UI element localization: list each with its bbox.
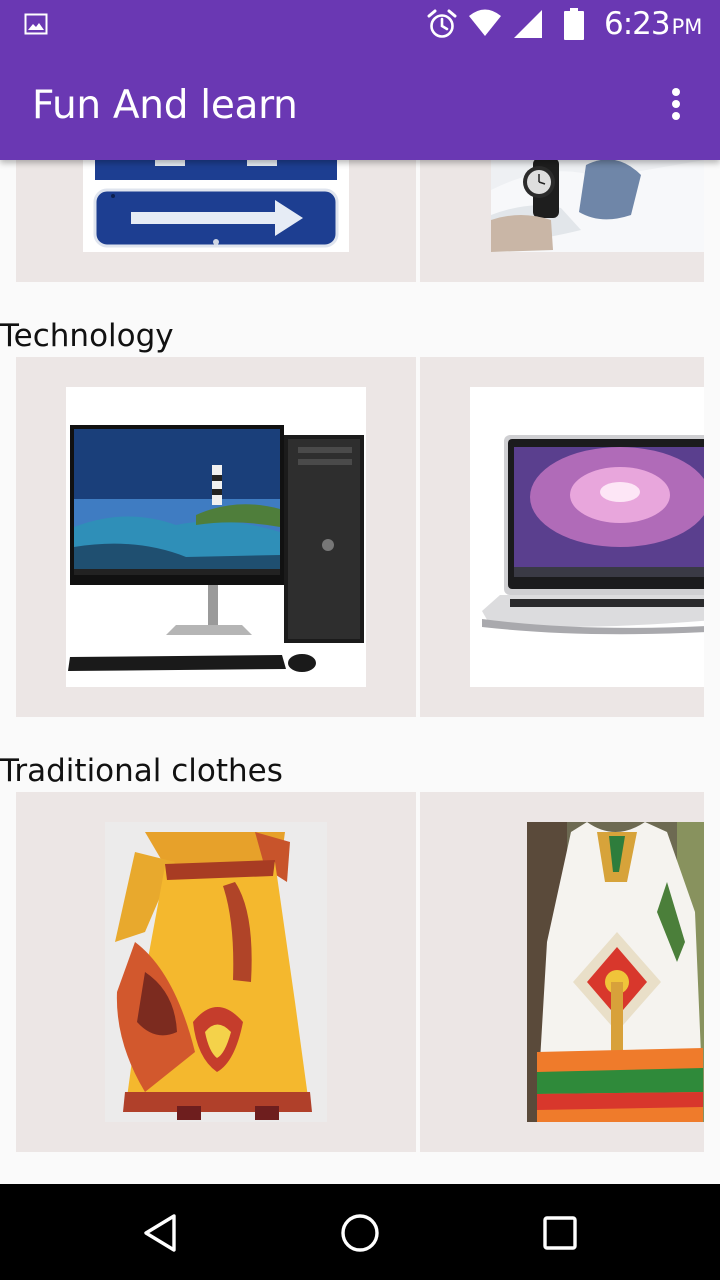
more-vert-icon[interactable] xyxy=(664,84,688,124)
section-title-traditional-clothes: Traditional clothes xyxy=(0,753,283,789)
card-yellow-dress[interactable] xyxy=(16,792,416,1152)
clock-time: 6:23 xyxy=(604,6,671,42)
recents-icon[interactable] xyxy=(539,1212,581,1254)
app-title: Fun And learn xyxy=(32,83,298,128)
white-dress-image xyxy=(527,822,704,1122)
status-clock: 6:23PM xyxy=(604,6,702,42)
status-bar: 6:23PM xyxy=(0,0,720,48)
card-desktop-computer[interactable] xyxy=(16,357,416,717)
section-title-technology: Technology xyxy=(0,318,174,354)
laptop-image xyxy=(470,387,704,687)
home-icon[interactable] xyxy=(339,1212,381,1254)
wifi-icon xyxy=(469,9,501,36)
card-wristwatch[interactable] xyxy=(420,160,704,282)
clock-ampm: PM xyxy=(671,15,703,39)
back-icon[interactable] xyxy=(140,1212,182,1254)
category-list[interactable]: Technology Traditional clothes xyxy=(0,160,720,1184)
wristwatch-image xyxy=(491,160,704,252)
card-white-dress[interactable] xyxy=(420,792,704,1152)
gallery-icon xyxy=(24,13,48,35)
app-bar: Fun And learn xyxy=(0,48,720,160)
yellow-dress-image xyxy=(105,822,327,1122)
system-nav-bar xyxy=(0,1184,720,1280)
screen: 6:23PM Fun And learn Technology Traditio… xyxy=(0,0,720,1280)
card-laptop[interactable] xyxy=(420,357,704,717)
battery-icon xyxy=(564,8,584,40)
street-sign-image xyxy=(83,160,349,252)
card-street-sign[interactable] xyxy=(16,160,416,282)
alarm-icon xyxy=(427,9,457,38)
cell-signal-icon xyxy=(514,10,542,38)
desktop-computer-image xyxy=(66,387,366,687)
